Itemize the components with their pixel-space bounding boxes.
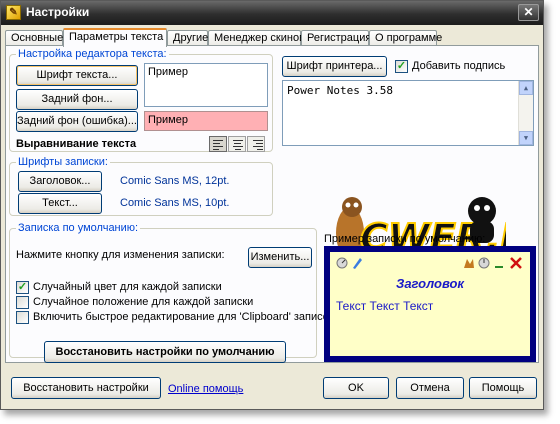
add-signature-label: Добавить подпись (412, 60, 506, 72)
random-color-checkbox[interactable]: ✓ (16, 281, 29, 294)
header-font-button[interactable]: Заголовок... (18, 171, 102, 192)
preview-note-header: Заголовок (395, 276, 465, 291)
window-title: Настройки (26, 5, 90, 19)
tab-skin-manager[interactable]: Менеджер скинов (208, 30, 305, 46)
tab-panel: Настройка редактора текста: Шрифт текста… (5, 45, 539, 363)
signature-scrollbar[interactable]: ▲ ▼ (518, 81, 533, 145)
alignment-buttons (209, 136, 267, 152)
text-font-button[interactable]: Шрифт текста... (16, 65, 138, 86)
clipboard-quick-edit-label: Включить быстрое редактирование для 'Cli… (33, 311, 334, 323)
tab-registration[interactable]: Регистрация (301, 30, 371, 46)
text-editor-group: Настройка редактора текста: Шрифт текста… (9, 48, 273, 152)
note-pin-icon (336, 257, 362, 269)
text-sample-preview: Пример (144, 63, 268, 107)
text-font-value: Comic Sans MS, 10pt. (120, 197, 230, 209)
preview-note: Заголовок Текст Текст Текст (330, 252, 530, 356)
text-editor-group-title: Настройка редактора текста: (16, 48, 169, 60)
default-note-preview: Заголовок Текст Текст Текст (324, 246, 536, 362)
tab-other[interactable]: Другие (167, 30, 208, 46)
error-background-button[interactable]: Задний фон (ошибка)... (16, 111, 138, 132)
background-button[interactable]: Задний фон... (16, 89, 138, 110)
online-help-link[interactable]: Online помощь (168, 383, 243, 395)
clipboard-quick-edit-checkbox[interactable] (16, 311, 29, 324)
tab-general[interactable]: Основные (5, 30, 63, 46)
title-bar: ✎ Настройки ✕ (1, 1, 543, 25)
app-icon: ✎ (6, 5, 21, 20)
help-button[interactable]: Помощь (469, 377, 537, 399)
restore-settings-button[interactable]: Восстановить настройки (11, 377, 161, 399)
note-fonts-group-title: Шрифты записки: (16, 156, 110, 168)
random-position-checkbox[interactable] (16, 296, 29, 309)
restore-defaults-button[interactable]: Восстановить настройки по умолчанию (44, 341, 286, 363)
text-font-note-button[interactable]: Текст... (18, 193, 102, 214)
default-note-group: Записка по умолчанию: Нажмите кнопку для… (9, 222, 334, 363)
signature-text: Power Notes 3.58 (287, 84, 393, 97)
note-fonts-group: Шрифты записки: Заголовок... Comic Sans … (9, 156, 273, 216)
add-signature-checkbox[interactable]: ✓ (395, 60, 408, 73)
scroll-up-arrow-icon[interactable]: ▲ (519, 81, 533, 95)
scroll-down-arrow-icon[interactable]: ▼ (519, 131, 533, 145)
printer-font-button[interactable]: Шрифт принтера... (282, 56, 387, 77)
cancel-button[interactable]: Отмена (396, 377, 464, 399)
align-right-button[interactable] (247, 136, 265, 152)
align-center-button[interactable] (228, 136, 246, 152)
settings-window: ✎ Настройки ✕ Основные Параметры текста … (0, 0, 544, 410)
preview-note-body: Текст Текст Текст (336, 299, 434, 313)
note-window-controls-icon (464, 257, 522, 269)
ok-button[interactable]: OK (323, 377, 389, 399)
default-note-group-title: Записка по умолчанию: (16, 222, 141, 234)
tab-about[interactable]: О программе (369, 30, 442, 46)
error-sample-preview: Пример (144, 111, 268, 131)
random-position-label: Случайное положение для каждой записки (33, 296, 254, 308)
change-note-hint: Нажмите кнопку для изменения записки: (16, 249, 225, 261)
preview-label: Пример записки по умолчанию: (324, 233, 486, 245)
align-left-button[interactable] (209, 136, 227, 152)
change-note-button[interactable]: Изменить... (248, 247, 312, 268)
random-color-label: Случайный цвет для каждой записки (33, 281, 222, 293)
alignment-label: Выравнивание текста (16, 138, 137, 150)
tab-text-params[interactable]: Параметры текста (63, 28, 167, 47)
close-button[interactable]: ✕ (518, 4, 539, 21)
signature-textarea[interactable]: Power Notes 3.58 ▲ ▼ (282, 80, 534, 146)
cat-mascot-icon (468, 197, 496, 225)
header-font-value: Comic Sans MS, 12pt. (120, 175, 230, 187)
